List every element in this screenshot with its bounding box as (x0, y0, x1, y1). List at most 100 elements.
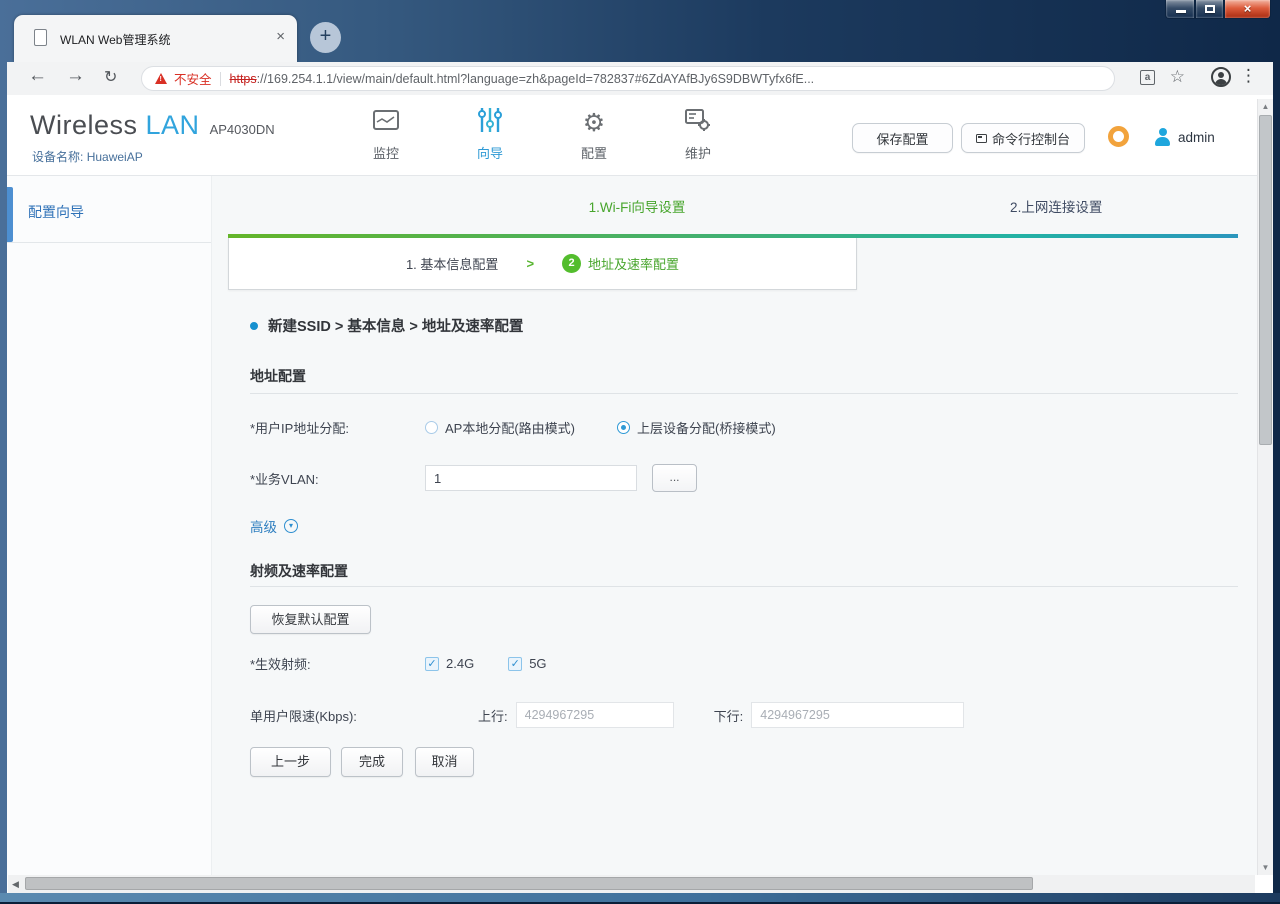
wizard-buttons: 上一步 完成 取消 (250, 747, 474, 777)
section-title-address: 地址配置 (250, 368, 306, 384)
rate-limit-row: 单用户限速(Kbps): 上行: 下行: (250, 702, 1238, 728)
reload-icon[interactable]: ↻ (104, 67, 117, 87)
main-panel: 1.Wi-Fi向导设置 2.上网连接设置 1. 基本信息配置 > 2 地址及速率… (228, 176, 1238, 875)
browser-menu-icon[interactable]: ⋮ (1240, 66, 1257, 86)
monitor-icon (372, 108, 400, 137)
device-model: AP4030DN (209, 122, 275, 137)
checkbox-24g-label[interactable]: 2.4G (446, 656, 474, 671)
vlan-input[interactable] (425, 465, 637, 491)
section-divider-2 (250, 586, 1238, 587)
scroll-left-icon[interactable]: ◀ (12, 879, 19, 890)
uplink-label: 上行: (478, 708, 508, 724)
bookmark-star-icon[interactable]: ☆ (1170, 67, 1185, 87)
nav-item-wizard[interactable]: 向导 (438, 104, 542, 162)
web-page: Wireless LAN AP4030DN 设备名称: HuaweiAP 监控 (7, 95, 1273, 896)
tab-title: WLAN Web管理系统 (60, 33, 171, 47)
url-scheme: https (229, 71, 257, 86)
restore-default-button[interactable]: 恢复默认配置 (250, 605, 371, 634)
breadcrumb: 新建SSID > 基本信息 > 地址及速率配置 (250, 315, 523, 336)
user-menu[interactable]: admin (1154, 128, 1215, 146)
app-header: Wireless LAN AP4030DN 设备名称: HuaweiAP 监控 (7, 95, 1273, 176)
nav-item-config[interactable]: ⚙ 配置 (542, 104, 646, 162)
sidebar: 配置向导 (7, 176, 212, 875)
ip-assign-row: *用户IP地址分配: AP本地分配(路由模式) 上层设备分配(桥接模式) (250, 418, 1238, 437)
translate-icon[interactable]: a (1140, 70, 1155, 85)
browser-toolbar: ← → ↻ ! 不安全 https://169.254.1.1/view/mai… (7, 62, 1273, 95)
wizard-steps-box: 1. 基本信息配置 > 2 地址及速率配置 (228, 238, 857, 290)
page-content: 配置向导 1.Wi-Fi向导设置 2.上网连接设置 1. 基本信息配置 > 2 … (7, 176, 1257, 875)
page-document-icon (34, 29, 47, 46)
vertical-scroll-thumb[interactable] (1259, 115, 1272, 445)
device-name-label: 设备名称: (32, 150, 84, 164)
sidebar-active-accent (7, 187, 13, 242)
brand-wireless: Wireless (30, 110, 138, 140)
breadcrumb-bullet-icon (250, 321, 258, 330)
console-icon (975, 133, 987, 143)
new-tab-button[interactable]: + (310, 22, 341, 53)
profile-icon[interactable] (1211, 67, 1231, 87)
stage-tab-uplink[interactable]: 2.上网连接设置 (1010, 196, 1102, 216)
downlink-rate-input[interactable] (751, 702, 965, 728)
address-divider (219, 71, 221, 86)
effective-radio-row: *生效射频: ✓ 2.4G ✓ 5G (250, 654, 1238, 673)
step-arrow-icon: > (526, 256, 535, 271)
brand-lan: LAN (145, 110, 200, 140)
security-label[interactable]: 不安全 (174, 69, 212, 88)
vertical-scrollbar[interactable]: ▲ ▼ (1257, 99, 1273, 875)
wizard-step-1: 1. 基本信息配置 (405, 257, 499, 272)
radio-ap-local-label[interactable]: AP本地分配(路由模式) (445, 418, 575, 437)
scroll-down-icon[interactable]: ▼ (1258, 863, 1273, 872)
advanced-expand-icon[interactable]: ▾ (284, 519, 298, 533)
wizard-sliders-icon (477, 106, 503, 139)
cli-console-button[interactable]: 命令行控制台 (961, 123, 1085, 153)
save-config-button[interactable]: 保存配置 (852, 123, 953, 153)
vlan-label: *业务VLAN: (250, 471, 319, 487)
help-ring-icon[interactable] (1108, 126, 1129, 147)
back-icon[interactable]: ← (28, 65, 47, 87)
tab-close-icon[interactable]: × (276, 28, 285, 45)
downlink-label: 下行: (713, 708, 744, 724)
uplink-rate-input[interactable] (515, 702, 674, 728)
horizontal-scroll-thumb[interactable] (25, 877, 1033, 890)
scroll-up-icon[interactable]: ▲ (1258, 102, 1273, 111)
main-nav: 监控 向导 ⚙ 配置 维护 (334, 104, 750, 162)
radio-upper-device-label[interactable]: 上层设备分配(桥接模式) (637, 418, 776, 437)
maximize-button[interactable] (1195, 0, 1224, 19)
horizontal-scrollbar[interactable]: ◀ (8, 875, 1255, 893)
ip-assign-label: *用户IP地址分配: (250, 421, 349, 436)
close-button[interactable]: × (1224, 0, 1271, 19)
address-bar[interactable]: ! 不安全 https://169.254.1.1/view/main/defa… (141, 66, 1115, 91)
rate-limit-label: 单用户限速(Kbps): (250, 708, 357, 724)
maintain-icon (684, 107, 712, 138)
checkbox-5g[interactable]: ✓ (508, 656, 523, 671)
url-text: ://169.254.1.1/view/main/default.html?la… (256, 71, 815, 86)
radio-upper-device[interactable] (617, 421, 631, 434)
advanced-toggle[interactable]: 高级 ▾ (250, 516, 298, 536)
radio-ap-local[interactable] (425, 421, 438, 434)
window-controls: × (1165, 0, 1271, 19)
username: admin (1178, 129, 1215, 145)
wizard-step-2: 地址及速率配置 (588, 257, 680, 272)
device-name-line: 设备名称: HuaweiAP (32, 148, 143, 165)
device-name-value: HuaweiAP (86, 150, 143, 164)
vlan-browse-button[interactable]: ... (652, 464, 697, 492)
nav-item-maintain[interactable]: 维护 (646, 104, 750, 162)
vlan-row: *业务VLAN: ... (250, 464, 1238, 492)
app-logo: Wireless LAN AP4030DN (30, 110, 275, 141)
window-frame: WLAN Web管理系统 × + × ← → ↻ ! 不安全 https://1… (0, 0, 1280, 904)
finish-button[interactable]: 完成 (341, 747, 403, 777)
minimize-button[interactable] (1165, 0, 1195, 19)
checkbox-5g-label[interactable]: 5G (529, 656, 546, 671)
browser-tab[interactable]: WLAN Web管理系统 × (14, 15, 297, 62)
checkbox-24g[interactable]: ✓ (425, 656, 439, 671)
nav-item-monitor[interactable]: 监控 (334, 104, 438, 162)
stage-tab-wifi[interactable]: 1.Wi-Fi向导设置 (589, 196, 686, 216)
step-2-badge: 2 (562, 254, 582, 273)
forward-icon[interactable]: → (66, 65, 85, 87)
sidebar-item-config-wizard[interactable]: 配置向导 (28, 202, 84, 222)
cancel-button[interactable]: 取消 (415, 747, 474, 777)
section-title-radio: 射频及速率配置 (250, 563, 348, 579)
section-divider (250, 393, 1238, 394)
previous-step-button[interactable]: 上一步 (250, 747, 331, 777)
effective-radio-label: *生效射频: (250, 657, 311, 672)
